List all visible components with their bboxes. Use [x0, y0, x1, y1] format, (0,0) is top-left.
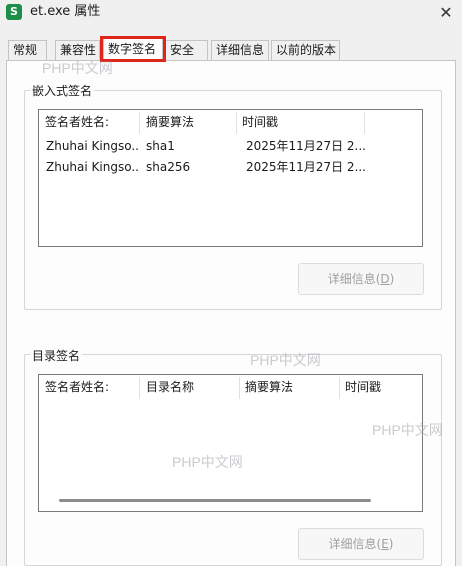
button-label-suffix: ) — [388, 537, 394, 551]
tab-general[interactable]: 常规 — [8, 40, 47, 61]
column-header-signer[interactable]: 签名者姓名: — [39, 110, 140, 134]
embedded-signatures-label: 嵌入式签名 — [30, 82, 95, 99]
timestamp-cell: 2025年11月27日 2... — [246, 139, 366, 153]
button-label-suffix: ) — [389, 272, 395, 286]
close-button[interactable]: ✕ — [430, 0, 462, 28]
column-header-digest[interactable]: 摘要算法 — [239, 375, 339, 399]
column-header-digest[interactable]: 摘要算法 — [140, 110, 236, 134]
tab-security[interactable]: 安全 — [165, 40, 208, 61]
column-header-timestamp[interactable]: 时间戳 — [339, 375, 422, 399]
column-header-signer[interactable]: 签名者姓名: — [39, 375, 140, 399]
catalog-signatures-label: 目录签名 — [30, 347, 83, 364]
column-separator[interactable] — [364, 112, 365, 134]
signer-name-cell: Zhuhai Kingso... — [46, 160, 138, 174]
mnemonic-letter: E — [381, 537, 389, 551]
column-header-catalog-name[interactable]: 目录名称 — [140, 375, 239, 399]
horizontal-scrollbar[interactable] — [59, 499, 371, 502]
tab-digital-signatures[interactable]: 数字签名 — [103, 37, 163, 62]
column-header-timestamp[interactable]: 时间戳 — [236, 110, 364, 134]
close-icon: ✕ — [439, 3, 453, 22]
digest-algorithm-cell: sha1 — [146, 139, 175, 153]
catalog-signatures-list[interactable]: 签名者姓名: 目录名称 摘要算法 时间戳 — [38, 374, 423, 512]
signer-name-cell: Zhuhai Kingso... — [46, 139, 138, 153]
spreadsheet-app-icon: S — [6, 4, 22, 20]
tab-compatibility[interactable]: 兼容性 — [55, 40, 100, 61]
catalog-details-button[interactable]: 详细信息(E) — [298, 528, 424, 560]
timestamp-cell: 2025年11月27日 2... — [246, 160, 366, 174]
embedded-details-button[interactable]: 详细信息(D) — [298, 263, 424, 295]
tab-previous-versions[interactable]: 以前的版本 — [271, 40, 340, 61]
button-label: 详细信息( — [327, 272, 381, 286]
button-label: 详细信息( — [328, 537, 382, 551]
tab-strip: 常规 兼容性 数字签名 安全 详细信息 以前的版本 — [0, 37, 462, 62]
tab-details[interactable]: 详细信息 — [211, 40, 269, 61]
embedded-signatures-list[interactable]: 签名者姓名: 摘要算法 时间戳 Zhuhai Kingso... sha1 20… — [38, 109, 423, 247]
digest-algorithm-cell: sha256 — [146, 160, 191, 174]
window-title: et.exe 属性 — [30, 4, 101, 19]
mnemonic-letter: D — [380, 272, 390, 286]
title-bar: S et.exe 属性 ✕ — [0, 0, 462, 32]
